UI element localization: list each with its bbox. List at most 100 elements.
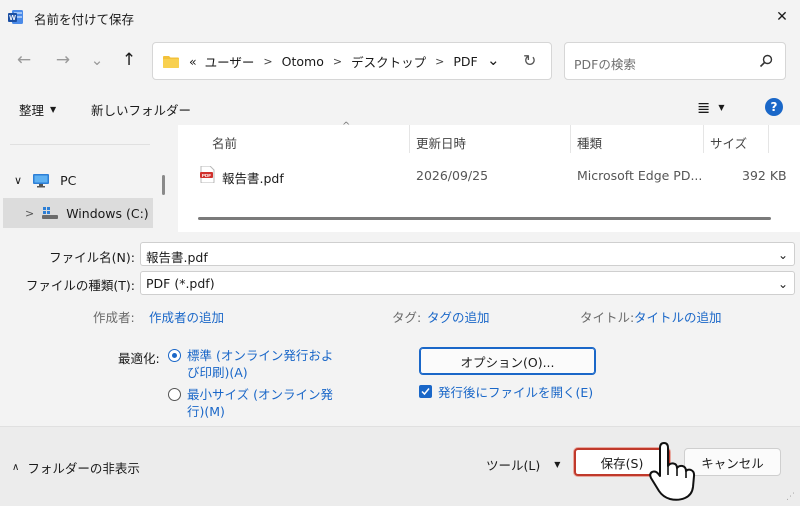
tools-menu[interactable]: ツール(L) ▼ [486,455,560,474]
author-label: 作成者: [93,310,135,325]
radio-selected-icon [168,349,181,362]
nav-item-windows-drive[interactable]: > Windows (C:) [3,198,153,228]
up-arrow-icon: ↑ [121,50,137,70]
open-after-publish-checkbox[interactable]: 発行後にファイルを開く(E) [419,382,593,401]
breadcrumb-pdf[interactable]: PDF [449,54,481,69]
tools-label: ツール(L) [486,458,541,473]
breadcrumb-desktop[interactable]: デスクトップ [347,52,430,71]
forward-arrow-icon: → [55,50,71,70]
file-size: 392 KB [742,168,787,183]
optimize-label: 最適化: [118,351,160,366]
filename-field[interactable]: 報告書.pdf ⌄ [140,242,795,266]
close-button[interactable]: ✕ [764,0,800,34]
author-add-field[interactable]: 作成者の追加 [149,307,224,326]
nav-item-label: PC [60,173,77,188]
breadcrumb-users[interactable]: ユーザー [201,52,259,71]
forward-button[interactable]: → [49,46,77,74]
address-history-chevron-icon[interactable]: ⌄ [487,51,500,69]
chevron-down-icon: ∨ [14,174,23,187]
pdf-file-icon: PDF [200,166,215,183]
optimize-standard-radio[interactable]: 標準 (オンライン発行およ び印刷)(A) [168,347,333,381]
column-divider [409,125,410,153]
filetype-select[interactable]: PDF (*.pdf) ⌄ [140,271,795,295]
radio-label: 標準 (オンライン発行およ び印刷)(A) [187,347,333,381]
tag-label: タグ: [392,310,422,325]
column-divider [570,125,571,153]
save-button-label: 保存(S) [600,455,644,471]
chevron-down-icon: ⌄ [777,277,788,291]
breadcrumb-otomo[interactable]: Otomo [278,54,328,69]
refresh-icon[interactable]: ↻ [523,51,536,70]
chevron-up-icon: ∧ [12,462,20,473]
chevron-right-icon: > [25,206,35,220]
chevron-right-icon: > [332,54,343,68]
caret-down-icon: ▼ [554,460,561,469]
help-button[interactable]: ? [765,98,783,116]
resize-grip-icon[interactable]: ⋰ [786,492,795,502]
word-app-icon: W [8,10,23,24]
new-folder-button[interactable]: 新しいフォルダー [91,100,191,119]
search-input[interactable]: PDFの検索 [574,54,636,73]
options-button[interactable]: オプション(O)... [419,347,596,375]
column-divider [703,125,704,153]
radio-label-line: び印刷)(A) [187,365,248,380]
help-icon: ? [770,100,778,114]
monitor-icon [33,174,50,188]
close-icon: ✕ [776,9,788,25]
options-button-label: オプション(O)... [460,354,555,370]
breadcrumb-overflow[interactable]: « [185,54,201,69]
nav-item-pc[interactable]: ∨ PC [14,173,76,188]
organize-label: 整理 [19,103,45,118]
nav-item-label: Windows (C:) [66,205,149,221]
caret-down-icon: ▼ [50,105,57,114]
table-row[interactable]: PDF 報告書.pdf 2026/09/25 Microsoft Edge PD… [178,162,800,188]
radio-label-line: 行)(M) [187,404,225,419]
back-arrow-icon: ← [16,50,32,70]
radio-label-line: 標準 (オンライン発行およ [187,348,334,363]
organize-menu[interactable]: 整理 ▼ [19,100,56,119]
filename-label: ファイル名(N): [49,250,135,265]
file-type: Microsoft Edge PD... [577,168,703,183]
filename-value: 報告書.pdf [146,250,208,265]
search-icon [759,54,773,68]
svg-text:W: W [9,15,16,22]
title-add-field[interactable]: タイトルの追加 [634,307,722,326]
tag-add-field[interactable]: タグの追加 [427,307,490,326]
column-divider [768,125,769,153]
folder-icon [163,55,179,68]
chevron-right-icon: > [435,54,445,68]
drive-icon [42,207,59,219]
horizontal-scrollbar[interactable] [198,217,771,220]
file-list: ^ 名前 更新日時 種類 サイズ PDF 報告書.pdf 2026/09/25 … [178,121,800,232]
checkbox-checked-icon [419,385,432,398]
view-menu[interactable]: ≣ ▼ [697,98,725,117]
radio-label-line: 最小サイズ (オンライン発 [187,387,333,402]
file-name: 報告書.pdf [222,171,284,186]
hide-folders-toggle[interactable]: ∧ フォルダーの非表示 [12,458,140,477]
title-label: タイトル: [580,310,635,325]
window-title: 名前を付けて保存 [34,12,135,27]
column-header-size[interactable]: サイズ [710,133,747,152]
svg-text:PDF: PDF [202,173,211,178]
toolbar: 整理 ▼ 新しいフォルダー ≣ ▼ ? [0,92,800,124]
optimize-minimum-radio[interactable]: 最小サイズ (オンライン発 行)(M) [168,386,333,420]
chevron-down-icon: ⌄ [777,248,788,262]
file-date: 2026/09/25 [416,168,489,183]
navigation-pane: ∨ PC > Windows (C:) [0,125,170,232]
radio-label: 最小サイズ (オンライン発 行)(M) [187,386,333,420]
back-button[interactable]: ← [10,46,38,74]
checkbox-label: 発行後にファイルを開く(E) [438,385,594,400]
hand-pointer-cursor-icon [649,442,696,501]
column-header-name[interactable]: 名前 [212,133,237,152]
up-button[interactable]: ↑ [115,46,143,74]
hide-folders-label: フォルダーの非表示 [27,461,140,476]
nav-scrollbar[interactable] [162,175,165,195]
column-header-date[interactable]: 更新日時 [416,133,466,152]
address-bar[interactable]: « ユーザー > Otomo > デスクトップ > PDF ⌄ ↻ [152,42,552,80]
cancel-button-label: キャンセル [701,455,764,471]
breadcrumb: « ユーザー > Otomo > デスクトップ > PDF [163,43,482,79]
column-header-type[interactable]: 種類 [577,133,602,152]
list-view-icon: ≣ [697,98,711,117]
search-box[interactable]: PDFの検索 [564,42,786,80]
recent-locations-button[interactable]: ⌄ [83,46,111,74]
